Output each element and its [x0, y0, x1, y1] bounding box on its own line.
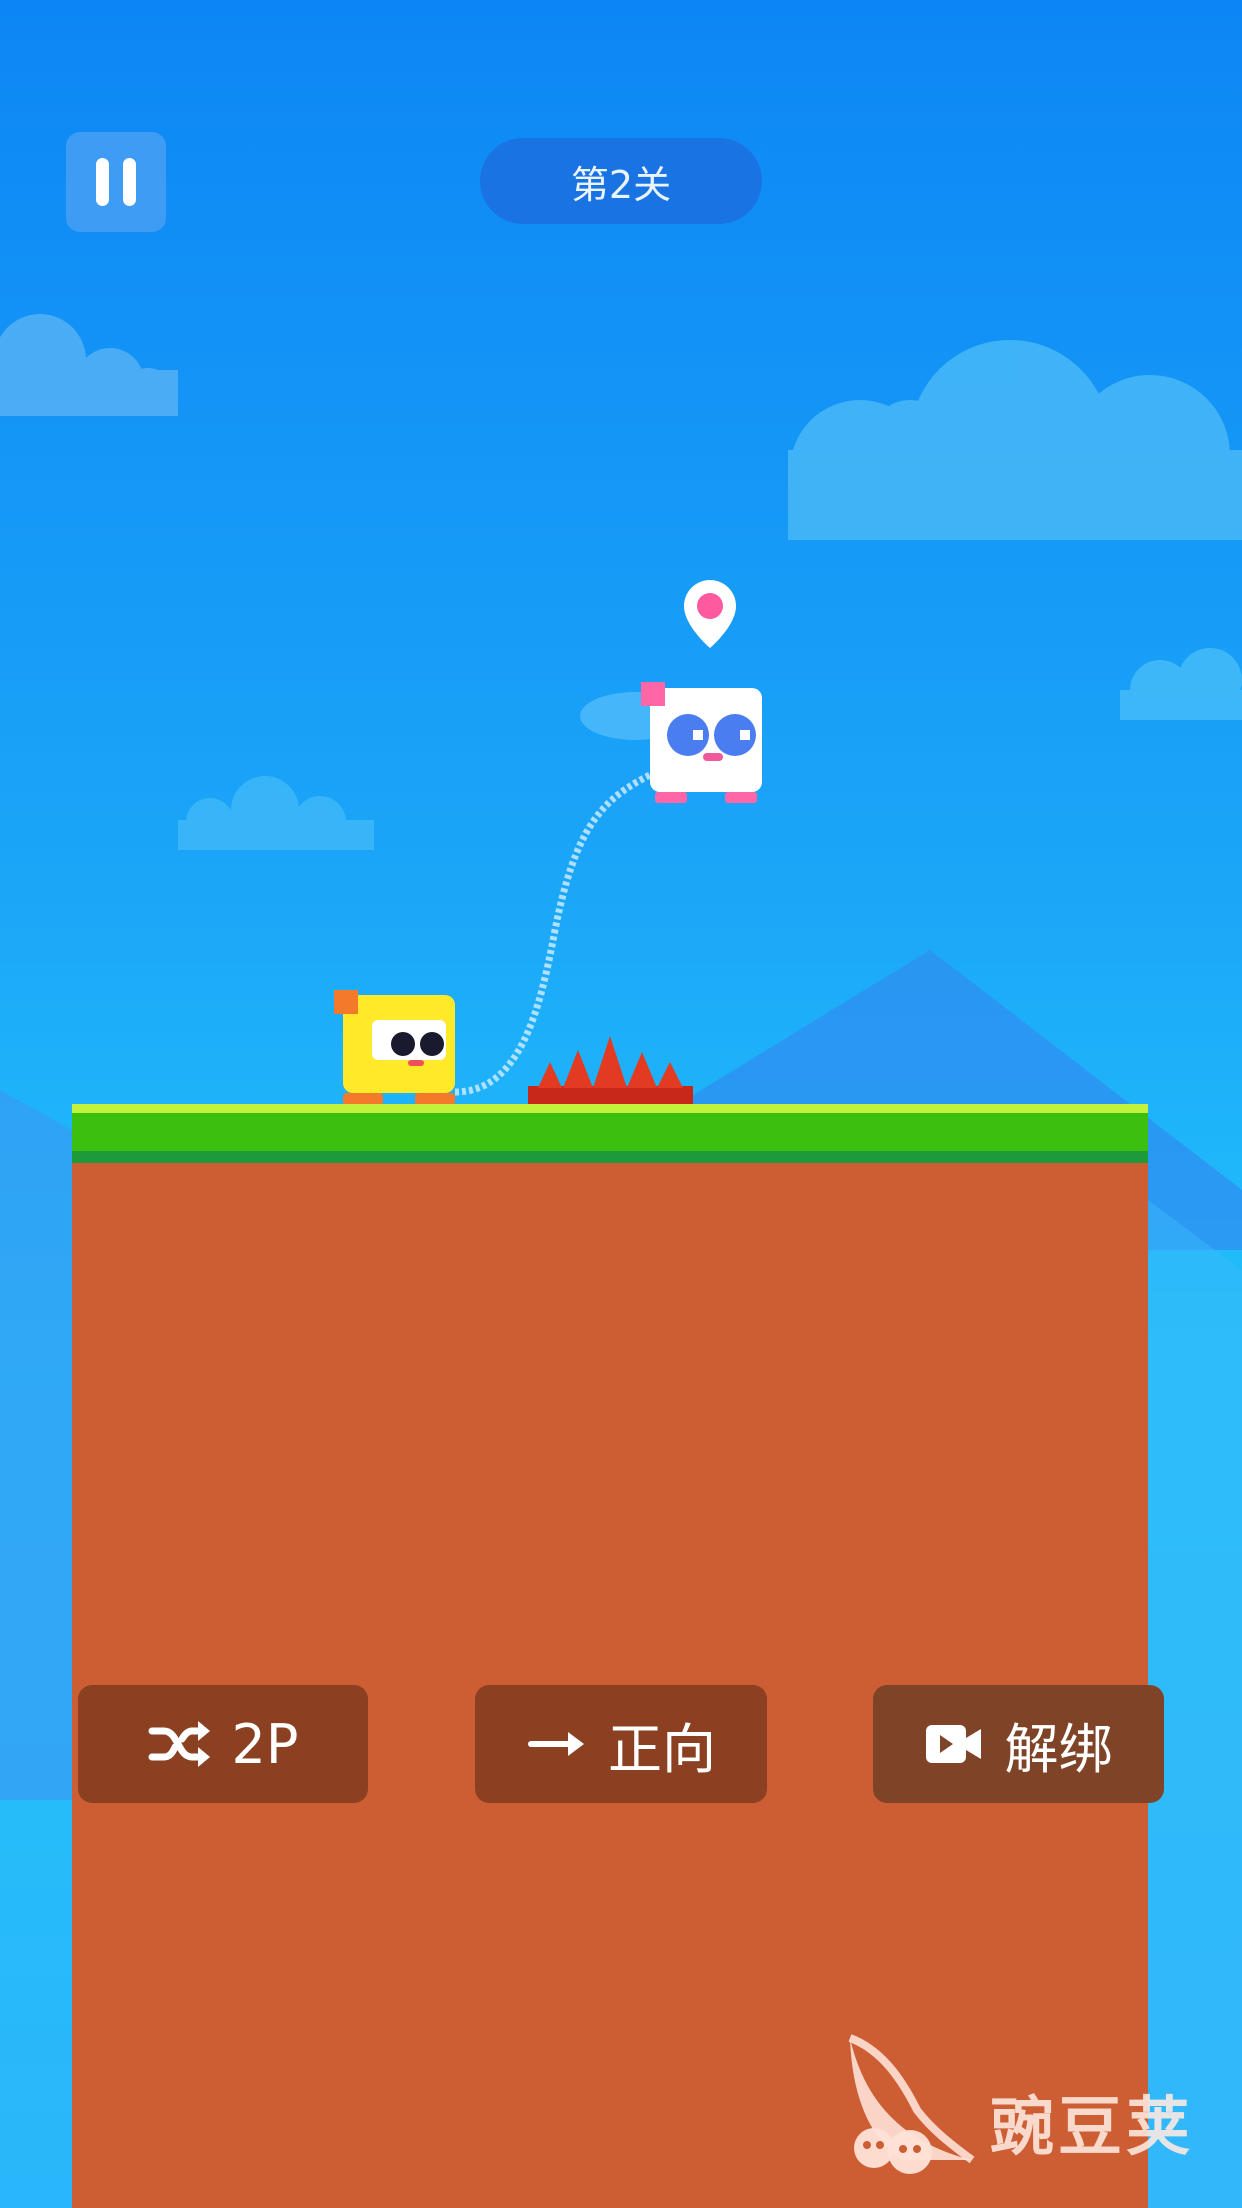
cloud-right-large [788, 340, 1242, 540]
grass-highlight [72, 1104, 1148, 1113]
rope-trail [454, 771, 652, 1096]
video-camera-icon [925, 1723, 983, 1765]
unbind-label: 解绑 [1004, 1717, 1113, 1781]
player-yellow [334, 990, 455, 1105]
cloud-top-left [0, 314, 178, 416]
grass-shadow [72, 1151, 1148, 1163]
unbind-button[interactable]: 解绑 [873, 1685, 1164, 1803]
level-indicator: 第2关 [480, 138, 762, 224]
shuffle-icon [148, 1719, 210, 1769]
level-label: 第2关 [570, 162, 672, 207]
pea-pod-logo-icon [848, 2034, 975, 2174]
cloud-right-small [1120, 648, 1242, 720]
spike-trap [528, 1036, 693, 1104]
mountain-left [0, 1090, 72, 1800]
direction-button[interactable]: 正向 [475, 1685, 767, 1803]
player-white [580, 682, 762, 803]
direction-label: 正向 [608, 1717, 716, 1781]
grass-platform [72, 1113, 1148, 1151]
location-pin-icon [684, 580, 736, 648]
arrow-right-icon [526, 1729, 586, 1759]
cloud-middle [178, 776, 374, 850]
pause-icon [96, 158, 109, 206]
game-stage[interactable]: 第2关 2P 正向 解绑 豌豆荚 [0, 0, 1242, 2208]
two-player-button[interactable]: 2P [78, 1685, 368, 1803]
pause-button[interactable] [66, 132, 166, 232]
watermark-text: 豌豆荚 [990, 2091, 1194, 2165]
pause-icon-bar [123, 158, 136, 206]
two-player-label: 2P [231, 1712, 299, 1776]
